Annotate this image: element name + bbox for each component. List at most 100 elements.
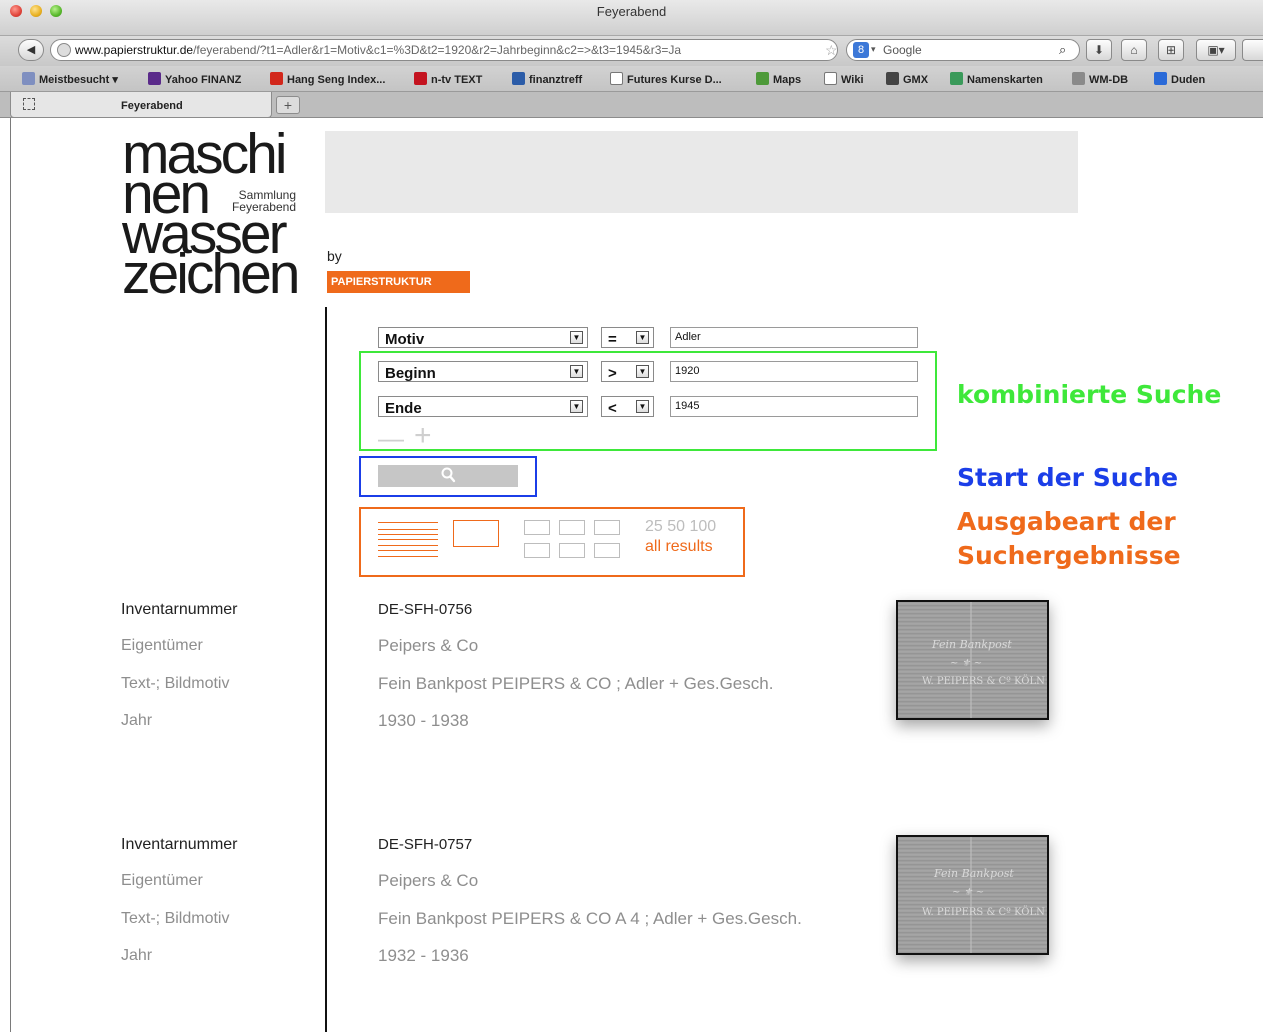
bookmark-label: Maps (773, 74, 802, 86)
dropdown-arrow-icon[interactable]: ▼ (570, 331, 583, 344)
watermark-thumbnail[interactable]: Fein Bankpost ~ ⚜ ~ W. PEIPERS & Cº KÖLN (896, 835, 1049, 955)
search-bar[interactable]: 8 ▾ Google ⌕ (846, 39, 1080, 61)
downloads-button[interactable]: ⬇ (1086, 39, 1112, 61)
owner-label: Eigentümer (121, 637, 203, 654)
annotation-output-line-1: Ausgabeart der (957, 507, 1176, 536)
ntv-icon (414, 72, 427, 85)
window-titlebar: Feyerabend (0, 0, 1263, 36)
bookmark-label: Duden (1171, 74, 1206, 86)
bookmark-label: WM-DB (1089, 74, 1129, 86)
home-button[interactable]: ⌂ (1121, 39, 1147, 61)
result-item: Inventarnummer Eigentümer Text-; Bildmot… (0, 600, 1263, 780)
tab-feyerabend[interactable]: Feyerabend (10, 92, 272, 118)
back-button[interactable]: ◀ (18, 39, 44, 61)
url-path: /feyerabend/?t1=Adler&r1=Motiv&c1=%3D&t2… (193, 43, 682, 57)
bookmark-label: Wiki (841, 74, 864, 86)
inventory-value[interactable]: DE-SFH-0757 (378, 836, 472, 853)
bookmark-item[interactable]: WM-DB (1072, 72, 1128, 86)
logo-subtitle: Sammlung Feyerabend (230, 189, 296, 213)
bookmark-item[interactable]: Meistbesucht ▾ (22, 72, 118, 86)
list-view-icon[interactable] (378, 522, 438, 558)
bookmark-label: Hang Seng Index... (287, 74, 386, 86)
extensions-button[interactable]: ▣▾ (1196, 39, 1236, 61)
bookmark-label: GMX (903, 74, 929, 86)
annotation-combined-search: kombinierte Suche (957, 380, 1222, 409)
globe-icon (57, 43, 71, 57)
bookmark-item[interactable]: Duden (1154, 72, 1205, 86)
value-input[interactable]: Adler (670, 327, 918, 348)
inventory-label: Inventarnummer (121, 836, 238, 853)
search-icon[interactable]: ⌕ (1059, 42, 1066, 58)
motif-value: Fein Bankpost PEIPERS & CO ; Adler + Ges… (378, 674, 774, 693)
bookmark-star-icon[interactable]: ☆ (825, 42, 837, 59)
bookmark-item[interactable]: Wiki (824, 72, 864, 86)
bookmark-item[interactable]: finanztreff (512, 72, 582, 86)
tab-groups-icon[interactable] (23, 98, 35, 110)
owner-value: Peipers & Co (378, 871, 479, 890)
addon-button[interactable] (1242, 39, 1263, 61)
operator-select[interactable]: = ▼ (601, 327, 654, 348)
field-select-value: Motiv (385, 331, 425, 348)
bookmark-label: Meistbesucht ▾ (39, 74, 118, 86)
url-text[interactable]: www.papierstruktur.de/feyerabend/?t1=Adl… (75, 43, 681, 57)
all-results-link[interactable]: all results (645, 538, 713, 556)
url-domain: www.papierstruktur.de (75, 43, 194, 57)
header-banner (325, 131, 1078, 213)
result-item: Inventarnummer Eigentümer Text-; Bildmot… (0, 835, 1263, 1015)
search-placeholder: Google (883, 43, 922, 57)
annotation-output-line-2: Suchergebnisse (957, 541, 1181, 570)
bookmark-item[interactable]: Yahoo FINANZ (148, 72, 241, 86)
dropdown-arrow-icon[interactable]: ▼ (636, 331, 649, 344)
url-bar[interactable]: www.papierstruktur.de/feyerabend/?t1=Adl… (50, 39, 838, 61)
owner-label: Eigentümer (121, 872, 203, 889)
search-button[interactable] (378, 465, 518, 487)
owner-value: Peipers & Co (378, 636, 479, 655)
bookmark-label: Namenskarten (967, 74, 1043, 86)
window-title: Feyerabend (596, 4, 667, 19)
site-logo[interactable]: maschi nen wasser zeichen Sammlung Feyer… (122, 126, 312, 306)
bookmark-label: Futures Kurse D... (627, 74, 722, 86)
duden-icon (1154, 72, 1167, 85)
navigation-toolbar: ◀ www.papierstruktur.de/feyerabend/?t1=A… (0, 36, 1263, 66)
papierstruktur-brand[interactable]: PAPIERSTRUKTUR (327, 271, 470, 293)
field-select[interactable]: Motiv ▼ (378, 327, 588, 348)
gmx-icon (886, 72, 899, 85)
motif-label: Text-; Bildmotiv (121, 675, 230, 692)
results-per-page-links[interactable]: 25 50 100 (645, 518, 716, 536)
bookmark-label: Yahoo FINANZ (165, 74, 242, 86)
bookmark-label: n-tv TEXT (431, 74, 483, 86)
watermark-thumbnail[interactable]: Fein Bankpost ~ ⚜ ~ W. PEIPERS & Cº KÖLN (896, 600, 1049, 720)
motif-label: Text-; Bildmotiv (121, 910, 230, 927)
folder-icon (22, 72, 35, 85)
new-tab-button[interactable]: + (276, 96, 300, 114)
bookmark-item[interactable]: Hang Seng Index... (270, 72, 385, 86)
wiki-icon (824, 72, 837, 85)
by-label: by (327, 248, 342, 264)
combined-search-highlight (359, 351, 937, 451)
single-view-icon[interactable] (453, 520, 499, 547)
bookmark-item[interactable]: n-tv TEXT (414, 72, 482, 86)
bookmarks-toolbar: Meistbesucht ▾ Yahoo FINANZ Hang Seng Inde… (0, 66, 1263, 92)
wmdb-icon (1072, 72, 1085, 85)
inventory-label: Inventarnummer (121, 601, 238, 618)
hangseng-icon (270, 72, 283, 85)
remove-row-button[interactable]: — (378, 425, 404, 451)
year-label: Jahr (121, 947, 153, 964)
add-row-button[interactable]: + (414, 421, 432, 451)
year-value: 1930 - 1938 (378, 711, 469, 730)
operator-select-value: = (608, 331, 617, 348)
logo-line-4: zeichen (122, 242, 300, 306)
tab-label: Feyerabend (121, 100, 183, 112)
annotation-output-format: Ausgabeart der Suchergebnisse (957, 505, 1181, 573)
bookmark-item[interactable]: GMX (886, 72, 928, 86)
logo-sub-2: Feyerabend (231, 200, 296, 214)
bookmark-item[interactable]: Futures Kurse D... (610, 72, 722, 86)
yahoo-icon (148, 72, 161, 85)
search-engine-icon[interactable]: 8 (853, 42, 869, 58)
search-engine-dropdown-icon[interactable]: ▾ (871, 44, 876, 55)
bookmark-item[interactable]: Namenskarten (950, 72, 1043, 86)
screenshot-button[interactable]: ⊞ (1158, 39, 1184, 61)
namenskarten-icon (950, 72, 963, 85)
inventory-value[interactable]: DE-SFH-0756 (378, 601, 472, 618)
bookmark-item[interactable]: Maps (756, 72, 801, 86)
